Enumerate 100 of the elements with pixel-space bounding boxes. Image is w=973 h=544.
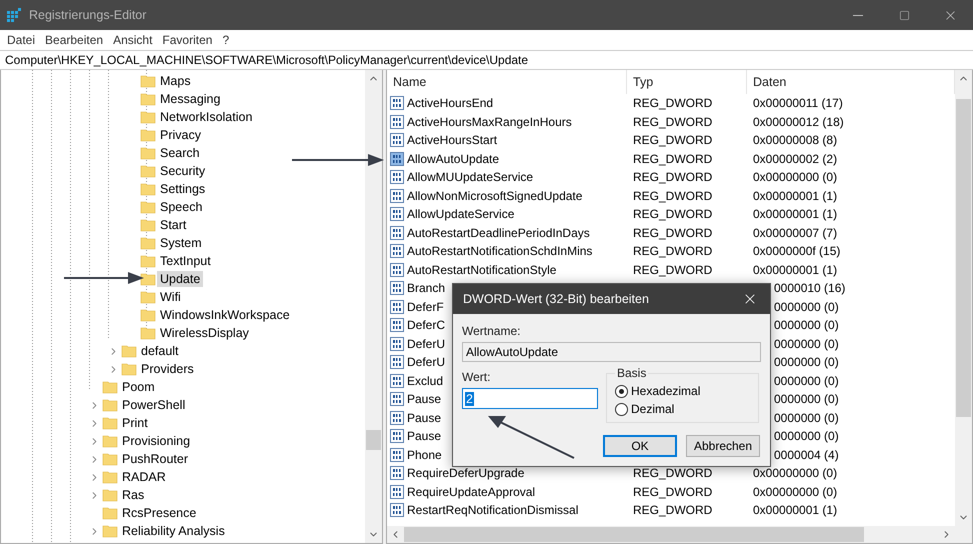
tree-item[interactable]: Provisioning — [119, 433, 194, 449]
tree-item[interactable]: WirelessDisplay — [157, 325, 252, 341]
tree-item[interactable]: TextInput — [157, 253, 214, 269]
table-cell-text: 0x00000011 (17) — [752, 96, 844, 110]
radio-option[interactable]: Dezimal — [615, 402, 750, 416]
table-cell-text: REG_DWORD — [632, 188, 714, 203]
value-name[interactable]: AutoRestartDeadlinePeriodInDays — [407, 226, 590, 240]
radio-option[interactable]: Hexadezimal — [615, 384, 750, 398]
table-cell-text: 0x00000001 (1) — [752, 207, 838, 222]
value-name[interactable]: Phone — [407, 448, 442, 462]
radio-button[interactable] — [615, 384, 628, 398]
tree-item[interactable]: Start — [157, 217, 190, 233]
tree-item[interactable]: Security — [157, 163, 208, 179]
value-name[interactable]: Pause — [407, 410, 442, 425]
tree-item[interactable]: Privacy — [157, 127, 204, 143]
value-name[interactable]: AllowAutoUpdate — [407, 152, 500, 166]
value-name[interactable]: AllowNonMicrosoftSignedUpdate — [407, 188, 582, 203]
menu-item[interactable]: Bearbeiten — [40, 33, 108, 47]
folder-icon — [140, 307, 156, 323]
folder-icon — [140, 145, 156, 161]
table-cell-text: 0000000 (0) — [773, 374, 840, 388]
folder-icon — [140, 127, 156, 143]
table-cell-text: 0x00000001 (1) — [752, 188, 838, 203]
tree-item[interactable]: Settings — [157, 181, 208, 197]
value-name[interactable]: AutoRestartNotificationStyle — [407, 262, 556, 277]
table-cell-text: 0x00000002 (2) — [752, 152, 838, 166]
value-name[interactable]: AllowMUUpdateService — [407, 170, 534, 184]
value-name[interactable]: AllowUpdateService — [407, 207, 514, 222]
folder-icon — [102, 397, 118, 413]
value-name[interactable]: Pause — [407, 429, 442, 444]
address-bar[interactable]: Computer\HKEY_LOCAL_MACHINE\SOFTWARE\Microsoft\PolicyManager\current\device\Update — [0, 50, 973, 70]
value-name[interactable]: DeferU — [407, 336, 446, 351]
tree-item[interactable]: PowerShell — [119, 397, 188, 413]
scrollbar-thumb[interactable] — [956, 99, 971, 417]
tree-item[interactable]: Reliability Analysis — [119, 523, 228, 539]
table-cell-text: 0x00000000 (0) — [752, 170, 838, 184]
value-name[interactable]: AutoRestartNotificationSchdInMins — [407, 244, 592, 258]
column-header[interactable]: Name — [387, 70, 627, 94]
value-name[interactable]: RestartReqNotificationDismissal — [407, 503, 578, 518]
value-name[interactable]: DeferF — [407, 300, 444, 314]
table-cell-text: REG_DWORD — [632, 133, 714, 148]
value-name[interactable]: Exclud — [407, 374, 444, 388]
group-label: Basis — [616, 366, 648, 380]
tree-item[interactable]: Speech — [157, 199, 206, 215]
folder-icon — [140, 217, 156, 233]
value-name[interactable]: RequireUpdateApproval — [407, 484, 536, 499]
scrollbar-thumb[interactable] — [366, 430, 381, 450]
tree-item[interactable]: RADAR — [119, 469, 169, 485]
table-cell-text: 0000000 (0) — [773, 429, 840, 444]
tree-item[interactable]: System — [157, 235, 205, 251]
value-name[interactable]: Pause — [407, 392, 442, 406]
minimize-icon — [853, 14, 863, 16]
folder-icon — [140, 235, 156, 251]
ok-button[interactable]: OK — [603, 435, 677, 457]
menu-item[interactable]: Datei — [2, 33, 40, 47]
value-name[interactable]: Branch — [407, 281, 446, 296]
folder-icon — [140, 199, 156, 215]
menu-item[interactable]: Favoriten — [157, 33, 218, 47]
table-cell-text: 0x00000001 (1) — [752, 262, 838, 277]
value-name-field[interactable]: AllowAutoUpdate — [462, 342, 761, 362]
value-name[interactable]: ActiveHoursEnd — [407, 96, 494, 110]
menu-item[interactable]: ? — [217, 33, 234, 47]
menu-item[interactable]: Ansicht — [108, 33, 158, 47]
value-name[interactable]: ActiveHoursMaxRangeInHours — [407, 114, 572, 129]
radio-button[interactable] — [615, 402, 628, 416]
folder-icon — [140, 91, 156, 107]
table-cell-text: 0x00000001 (1) — [752, 503, 838, 518]
table-cell-text: REG_DWORD — [632, 96, 714, 110]
folder-icon — [140, 325, 156, 341]
tree-item[interactable]: Ras — [119, 487, 148, 503]
folder-icon — [140, 289, 156, 305]
value-name[interactable]: ActiveHoursStart — [407, 133, 498, 148]
value-name[interactable]: RequireDeferUpgrade — [407, 466, 524, 480]
column-header[interactable]: Typ — [627, 70, 747, 94]
cancel-button[interactable]: Abbrechen — [686, 435, 760, 457]
value-name[interactable]: DeferU — [407, 355, 446, 370]
value-name[interactable]: DeferC — [407, 318, 446, 332]
tree-item[interactable]: Messaging — [157, 91, 224, 107]
tree-item[interactable]: Maps — [157, 73, 194, 89]
table-cell-text: REG_DWORD — [632, 466, 714, 480]
table-cell-text: 0x0000000f (15) — [752, 244, 842, 258]
tree-item[interactable]: Search — [157, 145, 203, 161]
tree-item[interactable]: PushRouter — [119, 451, 192, 467]
folder-icon — [140, 109, 156, 125]
tree-item[interactable]: default — [138, 343, 182, 359]
tree-item[interactable]: Poom — [119, 379, 158, 395]
tree-item[interactable]: WindowsInkWorkspace — [157, 307, 293, 323]
scrollbar-thumb[interactable] — [404, 527, 864, 542]
folder-icon — [140, 253, 156, 269]
tree-item[interactable]: RcsPresence — [119, 505, 200, 521]
tree-item[interactable]: Update — [157, 271, 204, 287]
table-cell-text: 0000000 (0) — [773, 300, 840, 314]
table-cell-text: REG_DWORD — [632, 152, 714, 166]
value-field[interactable]: 2 — [462, 388, 598, 409]
table-cell-text: 0000000 (0) — [773, 318, 840, 332]
tree-item[interactable]: Print — [119, 415, 151, 431]
table-cell-text: REG_DWORD — [632, 262, 714, 277]
tree-item[interactable]: Wifi — [157, 289, 184, 305]
tree-item[interactable]: NetworkIsolation — [157, 109, 256, 125]
tree-item[interactable]: Providers — [138, 361, 197, 377]
